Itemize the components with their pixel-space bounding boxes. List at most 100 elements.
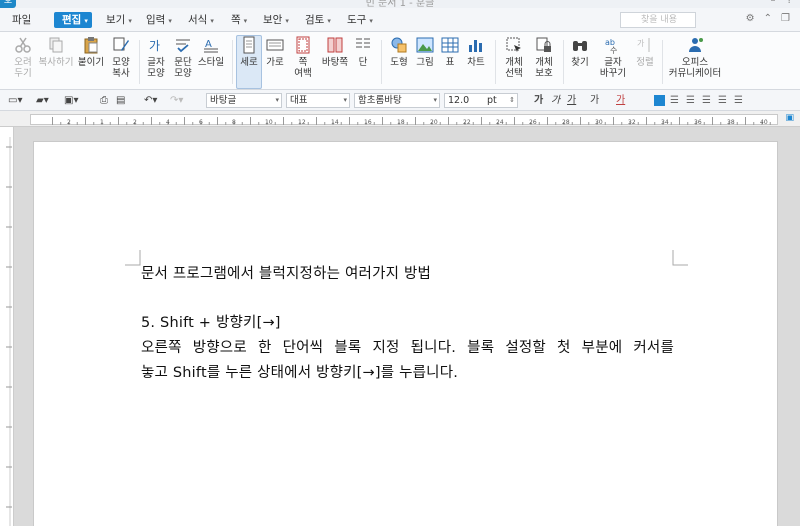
menu-view[interactable]: 보기 ▾ [106,12,132,28]
menu-edit[interactable]: 편집 ▾ [54,12,92,28]
new-document-icon[interactable]: ▭▾ [8,93,22,108]
strikethrough-button[interactable]: 가 [590,93,599,108]
landscape-button[interactable]: 가로 [263,36,287,88]
ruler-ticks: 2 1 2 4 6 8 10 12 14 16 18 20 22 24 26 28 30 32 34 36 38 40 [52,117,771,126]
ruler-label: 12 [298,119,306,125]
find-button[interactable]: 찾기 [567,36,593,88]
format-copy-button[interactable]: 모양 복사 [106,36,136,88]
document-subheading[interactable]: 5. Shift + 방향키[→] [141,311,281,332]
align-right-icon[interactable]: ☰ [686,93,695,108]
ruler-label: 4 [166,119,170,125]
ruler-label: 2 [133,119,137,125]
svg-text:A: A [205,39,212,50]
minimize-button[interactable]: – [771,0,776,6]
style-button[interactable]: A 스타일 [196,36,226,88]
shapes-button[interactable]: 도형 [386,36,412,88]
document-heading[interactable]: 문서 프로그램에서 블럭지정하는 여러가지 방법 [141,262,431,283]
menu-insert[interactable]: 입력 ▾ [146,12,172,28]
pin-icon[interactable]: ⌃ [764,13,772,24]
chevron-down-icon: ▾ [327,17,331,25]
chevron-down-icon: ▾ [168,17,172,25]
window-controls: – ? [763,0,793,6]
ruler-label: 6 [199,119,203,125]
style-icon: A [204,39,218,53]
window-title: 빈 문서 1 - 훈글 [365,0,435,8]
distribute-icon[interactable]: ☰ [718,93,727,108]
chart-icon [469,40,482,52]
divide-icon[interactable]: ☰ [734,93,743,108]
page-corner-mark [672,250,688,266]
save-icon[interactable]: ▣▾ [64,93,78,108]
print-icon[interactable]: ⎙ [100,93,108,108]
vertical-ruler-ticks [6,137,12,526]
picture-button[interactable]: 그림 [413,36,437,88]
para-shape-button[interactable]: 문단 모양 [170,36,196,88]
ruler-toggle-icon[interactable]: ▣ [785,113,794,123]
help-button[interactable]: ? [787,0,792,6]
redo-icon[interactable]: ↷▾ [170,93,183,108]
replace-button[interactable]: ab 수 글자 바꾸기 [596,36,630,88]
font-color-button[interactable]: 가 [616,93,625,108]
menu-page[interactable]: 쪽 ▾ [231,12,247,28]
svg-text:가: 가 [637,39,645,48]
language-select[interactable]: 대표 ▾ [286,93,350,108]
font-size-field[interactable]: 12.0 pt ⇕ [444,93,518,108]
ruler-label: 30 [595,119,603,125]
document-paragraph-line[interactable]: 오른쪽 방향으로 한 단어씩 블록 지정 됩니다. 블록 설정할 첫 부분에 커… [141,336,674,357]
document-paragraph-line[interactable]: 놓고 Shift를 누른 상태에서 방향키[→]를 누릅니다. [141,361,458,382]
chevron-down-icon: ▾ [275,96,279,104]
chart-button[interactable]: 차트 [463,36,489,88]
ruler-label: 34 [661,119,669,125]
page-margins-button[interactable]: 쪽 여백 [290,36,316,88]
clipboard-icon [84,37,98,54]
align-center-icon[interactable]: ☰ [702,93,711,108]
replace-icon: ab수 [605,38,617,54]
table-button[interactable]: 표 [438,36,462,88]
search-input[interactable]: 찾을 내용 [620,12,696,28]
preview-icon[interactable]: ▤ [116,93,125,108]
select-object-button[interactable]: 개체 선택 [500,36,528,88]
ruler-strip: 2 1 2 4 6 8 10 12 14 16 18 20 22 24 26 28 30 32 34 36 38 40 [30,114,778,126]
menu-file[interactable]: 파일 [12,12,31,28]
protect-object-button[interactable]: 개체 보호 [530,36,558,88]
char-shape-button[interactable]: 가 글자 모양 [142,36,170,88]
menubar-tools: ⚙ ⌃ ❐ [737,13,790,24]
undo-icon[interactable]: ↶▾ [144,93,157,108]
ruler-label: 10 [265,119,273,125]
columns-button[interactable]: 단 [352,36,374,88]
format-toolbar: ▭▾ ▰▾ ▣▾ ⎙ ▤ ↶▾ ↷▾ 바탕글 ▾ 대표 ▾ 함초롬바탕 ▾ 12.0 p… [0,90,800,111]
menu-security[interactable]: 보안 ▾ [263,12,289,28]
italic-button[interactable]: 가 [551,93,560,108]
align-justify-icon[interactable] [654,95,665,106]
bold-button[interactable]: 가 [534,93,543,108]
settings-icon[interactable]: ⚙ [746,13,755,24]
landscape-page-icon [266,39,284,51]
font-select[interactable]: 함초롬바탕 ▾ [354,93,440,108]
spinner-icon: ⇕ [509,96,515,104]
align-left-icon[interactable]: ☰ [670,93,679,108]
ruler-label: 2 [67,119,71,125]
chevron-down-icon: ▾ [369,17,373,25]
document-page[interactable]: 문서 프로그램에서 블럭지정하는 여러가지 방법 5. Shift + 방향키[… [33,141,778,526]
open-folder-icon[interactable]: ▰▾ [36,93,49,108]
menu-format[interactable]: 서식 ▾ [188,12,214,28]
menu-review[interactable]: 검토 ▾ [305,12,331,28]
arrange-button[interactable]: 가 정렬 [632,36,658,88]
restore-icon[interactable]: ❐ [781,13,790,24]
menu-tools[interactable]: 도구 ▾ [347,12,373,28]
paste-button[interactable]: 붙이기 [76,36,106,88]
chevron-down-icon: ▾ [128,17,132,25]
vertical-ruler[interactable] [0,127,14,526]
copy-button[interactable]: 복사하기 [38,36,74,88]
page-background-button[interactable]: 바탕쪽 [318,36,352,88]
horizontal-ruler[interactable]: 2 1 2 4 6 8 10 12 14 16 18 20 22 24 26 28 30 32 34 36 38 40 ▣ [0,111,800,127]
table-icon [441,37,459,53]
chevron-down-icon: ▾ [285,17,289,25]
cut-button[interactable]: 오려 두기 [8,36,38,88]
binoculars-icon [573,41,587,51]
office-communicator-button[interactable]: 오피스 커뮤니케이터 [666,36,724,88]
style-select[interactable]: 바탕글 ▾ [206,93,282,108]
portrait-button[interactable]: 세로 [236,35,262,89]
scissors-icon [15,37,31,53]
underline-button[interactable]: 가 [567,93,576,108]
